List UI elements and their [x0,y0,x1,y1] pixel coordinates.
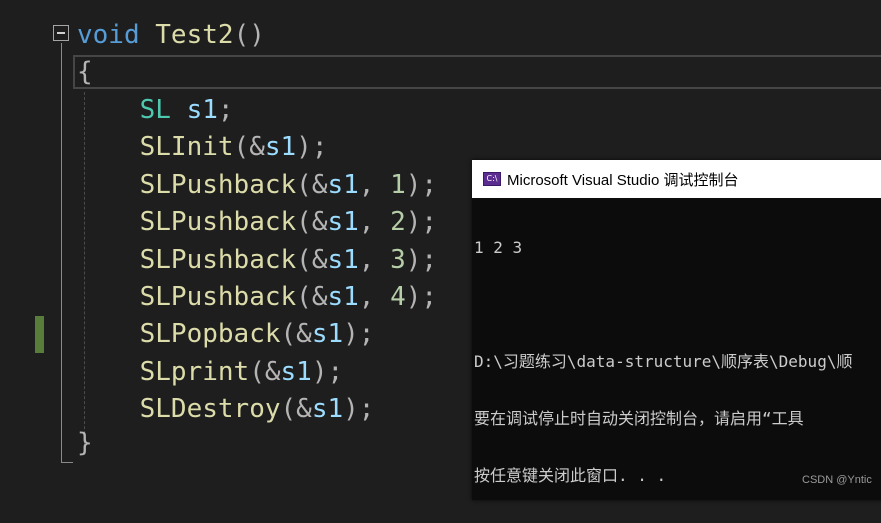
code-token: ; [217,95,234,125]
code-line[interactable]: SLInit(&s1); [77,129,328,165]
watermark: CSDN @Yntic [802,474,872,486]
code-line[interactable]: { [77,54,93,90]
console-line: D:\习题练习\data-structure\顺序表\Debug\顺 [474,352,853,371]
fold-guide-end [61,462,73,463]
code-line[interactable]: SLPushback(&s1, 3); [77,242,437,278]
code-token: ); [296,132,328,162]
code-token: (& [249,357,281,387]
console-line: 1 2 3 [474,238,523,257]
code-token: SLPushback [139,282,297,312]
code-token: (& [296,170,328,200]
code-token: SLPushback [139,245,297,275]
code-token: s1 [327,170,359,200]
visual-studio-icon: C:\ [483,172,501,186]
code-token: SLDestroy [139,394,281,424]
code-token: s1 [264,132,297,162]
current-line-highlight [73,55,881,89]
code-token: s1 [327,207,359,237]
change-marker [35,316,44,353]
code-line[interactable]: SLPopback(&s1); [77,316,375,352]
code-line[interactable]: void Test2() [77,17,265,53]
code-token: ); [311,357,344,387]
code-token: , [358,207,391,237]
code-token: (& [233,132,265,162]
code-line[interactable]: } [77,425,93,461]
code-token: ); [343,394,375,424]
code-token: ); [405,282,438,312]
code-token: s1 [186,95,218,125]
code-token: 3 [390,245,406,275]
code-line[interactable]: SLPushback(&s1, 1); [77,167,437,203]
code-token: ); [405,170,438,200]
console-titlebar[interactable]: C:\ Microsoft Visual Studio 调试控制台 [472,160,881,198]
code-token: (& [296,282,328,312]
code-token: 4 [390,282,406,312]
code-token: s1 [311,394,344,424]
code-token: ); [405,207,438,237]
code-token: } [77,428,93,458]
code-token: s1 [280,357,312,387]
code-token: , [358,282,391,312]
debug-console-window[interactable]: C:\ Microsoft Visual Studio 调试控制台 1 2 3 … [472,160,881,500]
code-token: Test2 [155,20,234,50]
code-line[interactable]: SL s1; [77,92,234,128]
code-token: ); [343,319,375,349]
collapse-icon[interactable] [53,25,69,41]
code-line[interactable]: SLDestroy(&s1); [77,391,375,427]
code-line[interactable]: SLPushback(&s1, 4); [77,279,437,315]
fold-guide [61,43,62,463]
code-token: 2 [390,207,406,237]
console-line: 要在调试停止时自动关闭控制台，请启用“工具 [474,409,804,428]
code-token: () [233,20,265,50]
console-line: ​ [474,295,881,314]
code-token: s1 [327,282,359,312]
code-token: (& [280,319,312,349]
code-token: , [358,170,391,200]
code-token: ); [405,245,438,275]
code-line[interactable]: SLprint(&s1); [77,354,344,390]
code-token: s1 [311,319,344,349]
code-token: (& [280,394,312,424]
code-line[interactable]: SLPushback(&s1, 2); [77,204,437,240]
code-token: void [77,20,140,50]
code-token: SL [139,95,171,125]
code-token: s1 [327,245,359,275]
code-token: SLInit [139,132,234,162]
code-token: (& [296,207,328,237]
code-token: SLprint [139,357,250,387]
code-token: , [358,245,391,275]
code-token: SLPopback [139,319,281,349]
code-token: SLPushback [139,170,297,200]
code-token: { [77,57,93,87]
code-token: 1 [390,170,406,200]
code-token: (& [296,245,328,275]
code-token: SLPushback [139,207,297,237]
console-title: Microsoft Visual Studio 调试控制台 [507,171,739,189]
